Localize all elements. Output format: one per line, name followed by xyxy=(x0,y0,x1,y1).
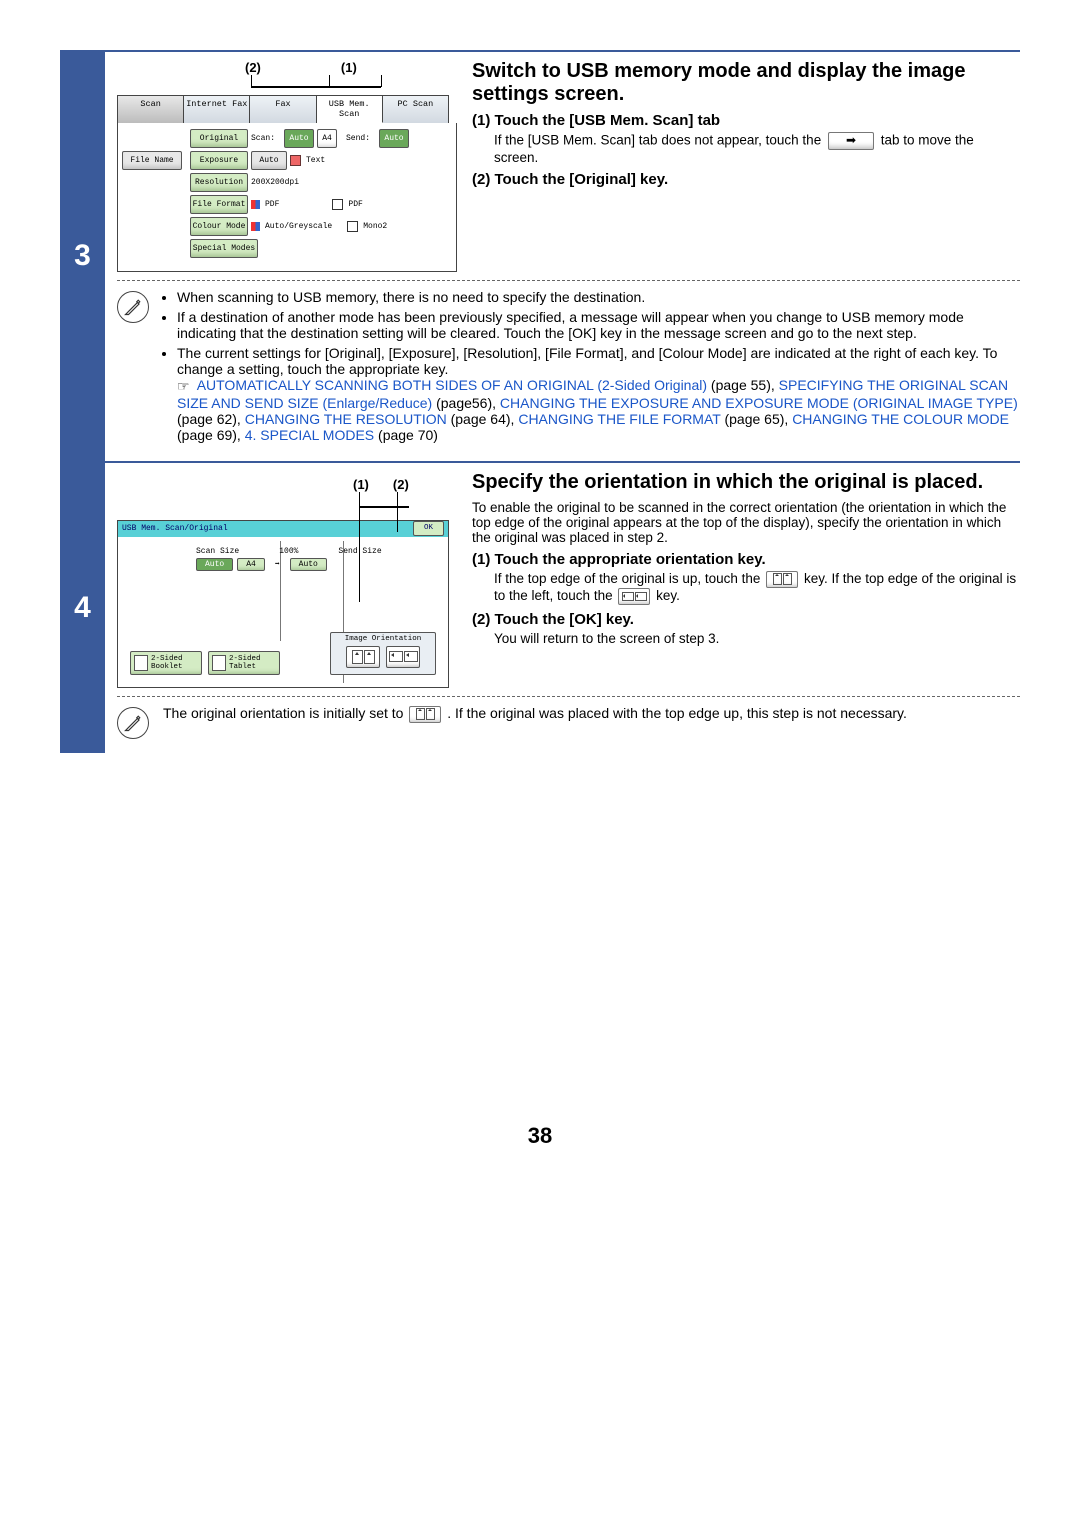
orientation-left-icon xyxy=(618,588,650,605)
tab-pc-scan[interactable]: PC Scan xyxy=(383,96,448,123)
step-number-3: 3 xyxy=(60,52,105,461)
file-name-button[interactable]: File Name xyxy=(122,151,182,170)
step4-note-a: The original orientation is initially se… xyxy=(163,705,407,721)
tab-fax[interactable]: Fax xyxy=(250,96,316,123)
exposure-key[interactable]: Exposure xyxy=(190,151,248,170)
hundred-percent: 100% xyxy=(279,547,298,556)
send-size-auto[interactable]: Auto xyxy=(290,558,327,571)
step3-item1-text-a: If the [USB Mem. Scan] tab does not appe… xyxy=(494,133,821,148)
step-3: 3 (2) (1) Scan Intern xyxy=(60,50,1020,461)
panel4-title: USB Mem. Scan/Original xyxy=(122,521,228,537)
note-icon xyxy=(117,707,149,739)
step4-item1-a: If the top edge of the original is up, t… xyxy=(494,571,764,586)
file-format-key[interactable]: File Format xyxy=(190,195,248,214)
image-orientation-group: Image Orientation xyxy=(330,632,436,675)
original-key[interactable]: Original xyxy=(190,129,248,148)
exposure-text: Text xyxy=(306,156,325,165)
scan-a4[interactable]: A4 xyxy=(317,129,337,148)
orientation-up-button[interactable] xyxy=(346,646,380,668)
step4-screenshot: (1) (2) USB Mem. Scan/Original OK xyxy=(117,471,457,688)
scan-size-a4[interactable]: A4 xyxy=(237,558,265,571)
step4-heading: Specify the orientation in which the ori… xyxy=(472,471,1020,494)
tab-scan[interactable]: Scan xyxy=(118,96,184,123)
send-auto[interactable]: Auto xyxy=(379,129,409,148)
pdf-icon-2 xyxy=(332,199,345,210)
orientation-up-icon xyxy=(409,706,441,723)
step4-divider xyxy=(117,696,1020,697)
step3-item1-lead: (1) Touch the [USB Mem. Scan] tab xyxy=(472,112,1020,129)
step3-note-2: If a destination of another mode has bee… xyxy=(177,309,1020,341)
2sided-tablet-button[interactable]: 2-Sided Tablet xyxy=(208,651,280,675)
link-special-modes[interactable]: 4. SPECIAL MODES xyxy=(245,427,374,443)
step4-note-b: . If the original was placed with the to… xyxy=(447,705,907,721)
step3-callout-1: (1) xyxy=(341,60,357,75)
resolution-value: 200X200dpi xyxy=(251,178,299,187)
reference-pointer-icon: ☞ xyxy=(177,378,190,395)
link-resolution[interactable]: CHANGING THE RESOLUTION xyxy=(245,411,447,427)
step4-item2-sub: You will return to the screen of step 3. xyxy=(494,631,1020,646)
link-exposure[interactable]: CHANGING THE EXPOSURE AND EXPOSURE MODE … xyxy=(500,395,1018,411)
scan-size-label: Scan Size xyxy=(196,547,239,556)
step4-callout-1: (1) xyxy=(353,477,369,492)
page-number: 38 xyxy=(60,1123,1020,1149)
step-number-4: 4 xyxy=(60,463,105,753)
step4-intro: To enable the original to be scanned in … xyxy=(472,500,1020,545)
colour-icon xyxy=(251,222,262,232)
step3-note-3: The current settings for [Original], [Ex… xyxy=(177,345,997,377)
exposure-text-icon xyxy=(290,155,303,166)
step3-heading: Switch to USB memory mode and display th… xyxy=(472,60,1020,106)
orientation-up-icon xyxy=(766,571,798,588)
scan-auto[interactable]: Auto xyxy=(284,129,314,148)
scan-label: Scan: xyxy=(251,134,281,143)
send-label: Send: xyxy=(346,134,376,143)
step3-note-1: When scanning to USB memory, there is no… xyxy=(177,289,1020,305)
step4-item1-lead: (1) Touch the appropriate orientation ke… xyxy=(472,551,1020,568)
note-icon xyxy=(117,291,149,323)
step3-item2-lead: (2) Touch the [Original] key. xyxy=(472,171,1020,188)
step3-divider xyxy=(117,280,1020,281)
send-size-label: Send Size xyxy=(338,547,381,556)
step4-item2-lead: (2) Touch the [OK] key. xyxy=(472,611,1020,628)
link-2sided[interactable]: AUTOMATICALLY SCANNING BOTH SIDES OF AN … xyxy=(197,377,707,393)
2sided-booklet-button[interactable]: 2-Sided Booklet xyxy=(130,651,202,675)
scan-size-auto[interactable]: Auto xyxy=(196,558,233,571)
step3-callout-2: (2) xyxy=(245,60,261,75)
image-orientation-label: Image Orientation xyxy=(335,635,431,643)
step-4: 4 (1) (2) USB Mem. Scan/Origina xyxy=(60,461,1020,753)
orientation-left-button[interactable] xyxy=(386,646,420,668)
tab-internet-fax[interactable]: Internet Fax xyxy=(184,96,250,123)
special-modes-key[interactable]: Special Modes xyxy=(190,239,258,258)
step3-screenshot: (2) (1) Scan Internet Fax Fax USB Mem. S… xyxy=(117,60,457,272)
colour-value: Auto/Greyscale xyxy=(265,222,332,231)
step4-item1-c: key. xyxy=(656,588,680,603)
pdf-label-1: PDF xyxy=(265,200,279,209)
link-colour-mode[interactable]: CHANGING THE COLOUR MODE xyxy=(792,411,1009,427)
scroll-right-icon[interactable]: ➡ xyxy=(828,132,874,150)
link-file-format[interactable]: CHANGING THE FILE FORMAT xyxy=(518,411,720,427)
tab-usb-mem-scan[interactable]: USB Mem. Scan xyxy=(317,96,383,123)
pdf-label-2: PDF xyxy=(348,200,362,209)
exposure-auto: Auto xyxy=(251,151,287,170)
colour-mode-key[interactable]: Colour Mode xyxy=(190,217,248,236)
pdf-icon-1 xyxy=(251,200,262,210)
step4-callout-2: (2) xyxy=(393,477,409,492)
ok-button[interactable]: OK xyxy=(413,521,444,536)
resolution-key[interactable]: Resolution xyxy=(190,173,248,192)
mono-icon xyxy=(347,221,360,232)
mono-value: Mono2 xyxy=(363,222,387,231)
scan-mode-tabs: Scan Internet Fax Fax USB Mem. Scan PC S… xyxy=(117,95,449,123)
